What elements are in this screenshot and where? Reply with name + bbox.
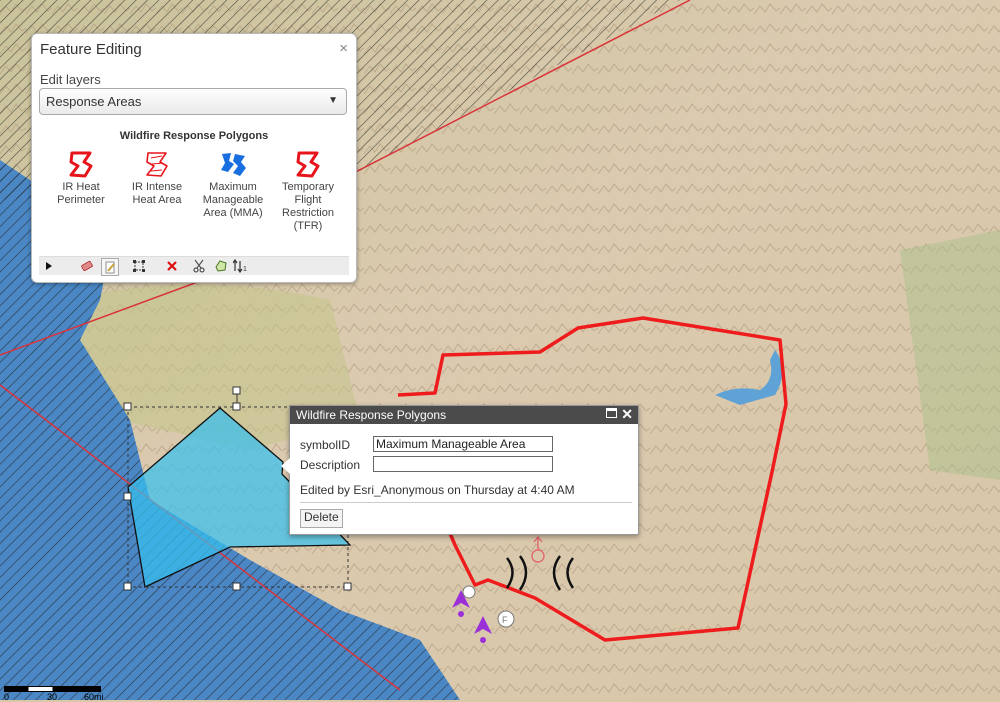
ir-heat-perimeter-icon: [69, 151, 93, 178]
edit-pencil-icon[interactable]: [101, 258, 119, 276]
attributes-icon[interactable]: 1: [233, 258, 249, 274]
edit-layers-select[interactable]: Response Areas ▼: [39, 88, 347, 115]
delete-button[interactable]: Delete: [300, 509, 343, 528]
template-ir-intense-heat-area[interactable]: IR Intense Heat Area: [122, 150, 192, 207]
ir-intense-heat-icon: [146, 152, 168, 177]
description-field[interactable]: [373, 456, 553, 472]
maximize-icon[interactable]: [606, 408, 617, 418]
selected-layer: Response Areas: [46, 94, 142, 109]
template-label: IR Heat Perimeter: [57, 181, 105, 206]
maximum-manageable-area-icon: [221, 153, 246, 176]
reshape-icon[interactable]: [213, 258, 229, 274]
chevron-down-icon: ▼: [328, 95, 338, 106]
scale-bar: 0 30 60mi: [4, 686, 104, 702]
template-label: Maximum Manageable Area (MMA): [202, 181, 264, 219]
scale-label: 60mi: [84, 692, 104, 702]
popup-pointer: [281, 458, 290, 474]
cut-scissors-icon[interactable]: [191, 258, 207, 274]
temporary-flight-restriction-icon: [296, 151, 320, 178]
editing-toolbar: 1: [39, 256, 349, 276]
eraser-icon[interactable]: [79, 258, 95, 274]
attribute-popup: Wildfire Response Polygons ✕ symbolID De…: [281, 405, 639, 535]
fire-station-icon: F: [502, 615, 508, 625]
template-maximum-manageable-area[interactable]: Maximum Manageable Area (MMA): [198, 150, 268, 220]
feature-editing-panel: Feature Editing × Edit layers Response A…: [31, 33, 357, 283]
template-temporary-flight-restriction[interactable]: Temporary Flight Restriction (TFR): [273, 150, 343, 233]
popup-title: Wildfire Response Polygons: [296, 408, 447, 422]
symbolid-label: symbolID: [300, 438, 351, 452]
delete-x-icon[interactable]: [164, 258, 180, 274]
divider: [300, 502, 632, 503]
edited-info: Edited by Esri_Anonymous on Thursday at …: [300, 483, 575, 497]
reshape-vertices-icon[interactable]: [131, 258, 147, 274]
svg-text:1: 1: [243, 266, 247, 273]
scale-label: 0: [4, 692, 10, 702]
panel-title: Feature Editing: [40, 41, 142, 58]
description-label: Description: [300, 458, 361, 472]
template-ir-heat-perimeter[interactable]: IR Heat Perimeter: [46, 150, 116, 207]
popup-header: Wildfire Response Polygons ✕: [290, 406, 638, 424]
template-label: IR Intense Heat Area: [131, 181, 183, 206]
close-icon[interactable]: ×: [339, 40, 348, 57]
scale-label: 30: [47, 692, 58, 702]
select-arrow-icon[interactable]: [41, 258, 57, 274]
symbolid-field[interactable]: [373, 436, 553, 452]
template-label: Temporary Flight Restriction (TFR): [282, 181, 334, 232]
template-group-title: Wildfire Response Polygons: [119, 130, 269, 142]
close-icon[interactable]: ✕: [621, 406, 633, 423]
edit-layers-label: Edit layers: [40, 72, 101, 87]
